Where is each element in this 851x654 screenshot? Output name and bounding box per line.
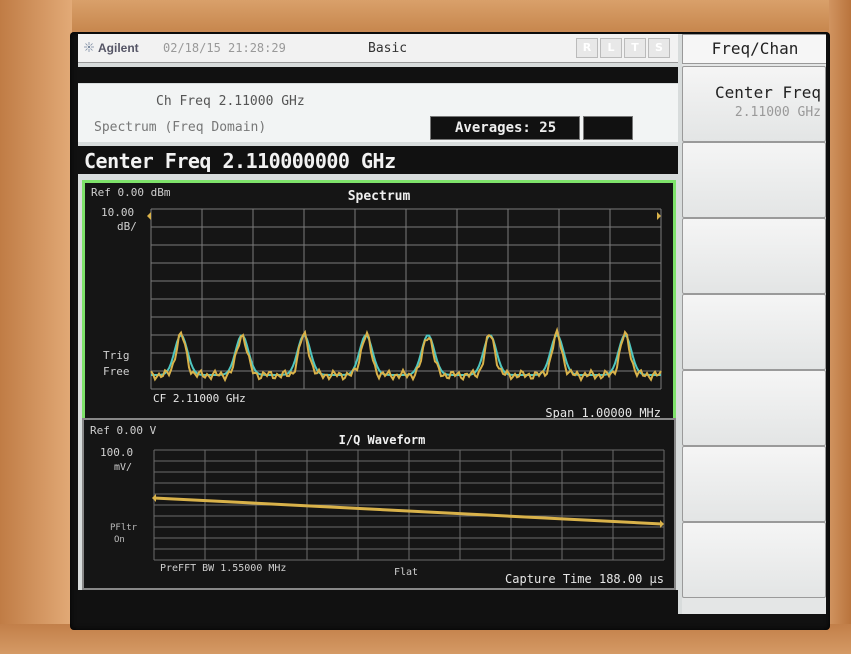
trigger-mode: Free <box>103 365 130 378</box>
indicator-remote: R <box>576 38 598 58</box>
softkey-6[interactable] <box>682 446 826 522</box>
capture-time-label: Capture Time 188.00 µs <box>505 572 664 586</box>
status-header: Agilent 02/18/15 21:28:29 Basic R L T S <box>78 34 678 63</box>
status-bar <box>78 590 678 614</box>
averages-indicator <box>583 116 633 140</box>
spectrum-scale-unit: dB/ <box>117 220 137 233</box>
spectrum-ref-level: Ref 0.00 dBm <box>91 186 171 199</box>
indicator-trigger: T <box>624 38 646 58</box>
iq-waveform-trace <box>153 496 663 526</box>
prefft-bw-label: PreFFT BW 1.55000 MHz <box>160 563 286 574</box>
softkey-2[interactable] <box>682 142 826 218</box>
measurement-name: Spectrum (Freq Domain) <box>94 120 267 135</box>
iq-waveform-plot: Ref 0.00 V I/Q Waveform 100.0 mV/ PFltr … <box>90 424 665 586</box>
spectrum-cf-label: CF 2.11000 GHz <box>153 392 246 405</box>
center-freq-readout: Center Freq 2.110000000 GHz <box>84 149 396 173</box>
softkey-center-freq-label: Center Freq <box>715 83 821 102</box>
waveform-ref-level: Ref 0.00 V <box>90 424 157 437</box>
agilent-logo-icon <box>84 42 94 52</box>
spectrum-plot: Ref 0.00 dBm Spectrum 10.00 dB/ Trig Fre… <box>91 186 662 420</box>
monitor-bezel-left <box>0 0 72 654</box>
filter-type-label: Flat <box>394 567 418 578</box>
softkey-5[interactable] <box>682 370 826 446</box>
monitor-bezel-right <box>829 0 851 654</box>
indicator-local: L <box>600 38 622 58</box>
channel-frequency: Ch Freq 2.11000 GHz <box>156 94 305 109</box>
measurement-info: Ch Freq 2.11000 GHz Spectrum (Freq Domai… <box>78 84 678 142</box>
mode-label: Basic <box>368 41 408 56</box>
averages-label: Averages: 25 <box>455 120 557 136</box>
analyzer-screen: Agilent 02/18/15 21:28:29 Basic R L T S … <box>70 32 830 630</box>
softkey-3[interactable] <box>682 218 826 294</box>
softkey-4[interactable] <box>682 294 826 370</box>
spectrum-grid <box>150 208 662 390</box>
ref-marker-left <box>147 212 151 220</box>
iq-waveform-window[interactable]: Ref 0.00 V I/Q Waveform 100.0 mV/ PFltr … <box>82 418 676 590</box>
waveform-scale-unit: mV/ <box>114 462 132 473</box>
monitor-bezel-top <box>0 0 851 30</box>
averages-box: Averages: 25 <box>430 116 580 140</box>
brand-name: Agilent <box>98 41 139 55</box>
prefilter-state: On <box>114 535 125 545</box>
waveform-scale-value: 100.0 <box>100 446 133 459</box>
softkey-menu-title: Freq/Chan <box>682 34 826 64</box>
spectrum-title: Spectrum <box>348 189 411 204</box>
spectrum-window[interactable]: Ref 0.00 dBm Spectrum 10.00 dB/ Trig Fre… <box>82 180 676 426</box>
softkey-center-freq[interactable]: Center Freq 2.11000 GHz <box>682 66 826 142</box>
status-indicators: R L T S <box>576 38 670 58</box>
softkey-panel: Freq/Chan Center Freq 2.11000 GHz <box>682 34 826 614</box>
display-area: Agilent 02/18/15 21:28:29 Basic R L T S … <box>78 34 826 614</box>
waveform-title: I/Q Waveform <box>339 433 426 447</box>
active-function-bar: Center Freq 2.110000000 GHz <box>78 146 678 174</box>
message-bar <box>78 67 678 83</box>
softkey-7[interactable] <box>682 522 826 598</box>
spectrum-scale-value: 10.00 <box>101 206 134 219</box>
trigger-label: Trig <box>103 349 130 362</box>
date-time: 02/18/15 21:28:29 <box>163 41 286 55</box>
softkey-center-freq-value: 2.11000 GHz <box>734 105 821 120</box>
indicator-status: S <box>648 38 670 58</box>
ref-marker-right <box>657 212 661 220</box>
waveform-grid <box>153 449 665 561</box>
prefilter-label: PFltr <box>110 523 138 533</box>
